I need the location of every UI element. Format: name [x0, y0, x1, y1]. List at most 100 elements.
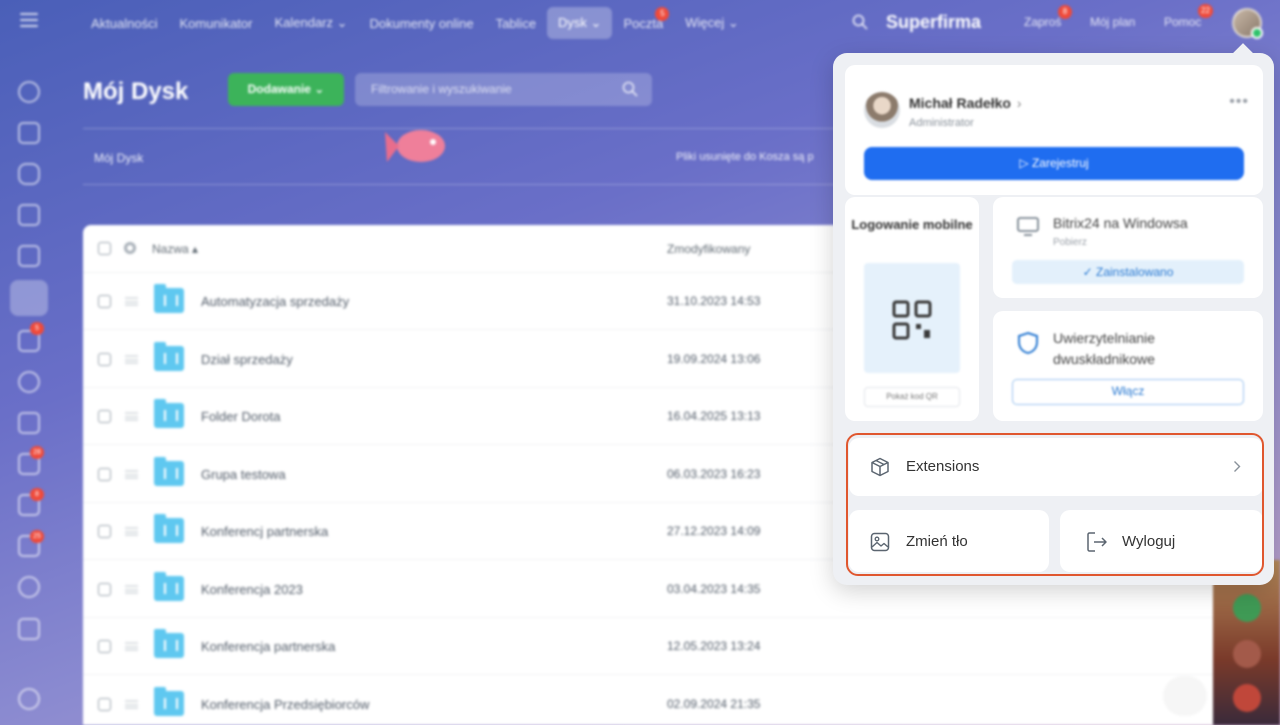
feed-icon[interactable]: [18, 122, 40, 144]
register-button[interactable]: ▷ Zarejestruj: [864, 147, 1244, 180]
menu-icon[interactable]: [20, 13, 38, 29]
modified-date: 02.09.2024 21:35: [667, 697, 761, 711]
avatar[interactable]: [1233, 684, 1261, 712]
enable-two-factor-button[interactable]: Włącz: [1012, 379, 1244, 405]
drag-handle-icon[interactable]: [125, 412, 138, 421]
windows-app-content: Bitrix24 na Windowsa Pobierz ✓ Zainstalo…: [993, 197, 1263, 298]
breadcrumb[interactable]: Mój Dysk: [94, 151, 143, 165]
more-icon[interactable]: •••: [1229, 93, 1249, 111]
folder-icon: [154, 457, 184, 486]
divider: [83, 128, 843, 129]
qr-code-area[interactable]: [864, 263, 960, 373]
row-checkbox[interactable]: [98, 698, 111, 711]
two-factor-content: Uwierzytelnianie dwuskładnikowe Włącz: [993, 311, 1263, 421]
row-checkbox[interactable]: [98, 640, 111, 653]
mail-badge: 5: [655, 6, 670, 21]
folder-icon: [154, 687, 184, 716]
file-name[interactable]: Grupa testowa: [201, 467, 286, 482]
top-bar: Aktualności Komunikator Kalendarz ⌄ Doku…: [0, 0, 1280, 48]
row-checkbox[interactable]: [98, 353, 111, 366]
gear-icon[interactable]: [124, 242, 136, 254]
nav-label: Więcej ⌄: [685, 15, 739, 30]
nav-item-messenger[interactable]: Komunikator: [168, 8, 263, 39]
highlight-frame: [846, 433, 1264, 576]
download-link[interactable]: Pobierz: [1053, 237, 1087, 248]
help-label: Pomoc: [1164, 15, 1202, 29]
mobile-login-title: Logowanie mobilne: [851, 217, 973, 232]
user-avatar-top[interactable]: [1232, 8, 1263, 39]
modified-date: 03.04.2023 14:35: [667, 582, 761, 596]
table-row[interactable]: Konferencja partnerska 12.05.2023 13:24: [83, 618, 1213, 675]
activity-icon[interactable]: [18, 81, 40, 103]
chat-widget-button[interactable]: [1163, 676, 1207, 716]
file-name[interactable]: Konferencja partnerska: [201, 639, 335, 654]
folder-icon: [154, 629, 184, 658]
row-checkbox[interactable]: [98, 295, 111, 308]
windows-app-title: Bitrix24 na Windowsa: [1053, 215, 1188, 231]
drag-handle-icon[interactable]: [125, 585, 138, 594]
filter-search-input[interactable]: Filtrowanie i wyszukiwanie: [355, 73, 652, 106]
nav-item-more[interactable]: Więcej ⌄: [674, 7, 750, 39]
drag-handle-icon[interactable]: [125, 470, 138, 479]
avatar[interactable]: [1233, 640, 1261, 668]
show-qr-button[interactable]: Pokaż kod QR: [864, 387, 960, 407]
select-all-checkbox[interactable]: [98, 242, 111, 255]
table-row[interactable]: Konferencja Przedsiębiorców 02.09.2024 21…: [83, 676, 1213, 725]
settings-icon[interactable]: [18, 688, 40, 710]
chat-icon[interactable]: [18, 163, 40, 185]
drag-handle-icon[interactable]: [125, 642, 138, 651]
drive-icon[interactable]: [10, 280, 48, 316]
nav-item-documents[interactable]: Dokumenty online: [359, 8, 485, 39]
calendar-icon[interactable]: [18, 204, 40, 226]
screen-icon[interactable]: [18, 412, 40, 434]
search-icon[interactable]: [852, 14, 868, 30]
row-checkbox[interactable]: [98, 525, 111, 538]
people-icon[interactable]: [18, 371, 40, 393]
installed-status: ✓ Zainstalowano: [1012, 260, 1244, 284]
file-name[interactable]: Automatyzacja sprzedaży: [201, 294, 349, 309]
company-name[interactable]: Superfirma: [886, 12, 981, 33]
invite-button[interactable]: Zaproś 8: [1018, 5, 1072, 37]
avatar[interactable]: [1233, 594, 1261, 622]
user-name-link[interactable]: Michał Radełko ›: [909, 95, 1022, 111]
drag-handle-icon[interactable]: [125, 700, 138, 709]
file-name[interactable]: Konferencja 2023: [201, 582, 303, 597]
left-sidebar: 5 28 8 25: [0, 48, 60, 725]
invite-label: Zaproś: [1024, 15, 1062, 29]
row-checkbox[interactable]: [98, 583, 111, 596]
monitor-icon: [1017, 217, 1039, 236]
nav-item-mail[interactable]: Poczta 5: [612, 6, 674, 39]
folder-icon: [154, 514, 184, 543]
file-name[interactable]: Konferencj partnerska: [201, 524, 328, 539]
column-header-name[interactable]: Nazwa ▴: [152, 242, 198, 256]
nav-item-news[interactable]: Aktualności: [80, 8, 168, 39]
drag-handle-icon[interactable]: [125, 355, 138, 364]
help-button[interactable]: Pomoc 22: [1158, 4, 1213, 37]
row-checkbox[interactable]: [98, 468, 111, 481]
sidebar-mail-badge: 5: [30, 322, 44, 335]
my-plan-button[interactable]: Mój plan: [1084, 7, 1141, 37]
goal-icon[interactable]: [18, 576, 40, 598]
document-icon[interactable]: [18, 245, 40, 267]
avatar[interactable]: [864, 92, 900, 128]
two-factor-title: Uwierzytelnianie dwuskładnikowe: [1053, 330, 1155, 367]
cart-icon[interactable]: [18, 618, 40, 640]
search-icon[interactable]: [622, 81, 638, 97]
drag-handle-icon[interactable]: [125, 297, 138, 306]
file-name[interactable]: Folder Dorota: [201, 409, 280, 424]
add-button[interactable]: Dodawanie ⌄: [228, 73, 344, 106]
nav-item-drive[interactable]: Dysk ⌄: [547, 7, 613, 39]
help-badge: 22: [1198, 4, 1213, 18]
row-checkbox[interactable]: [98, 410, 111, 423]
decorative-fish-icon: [385, 130, 445, 162]
drag-handle-icon[interactable]: [125, 527, 138, 536]
nav-item-boards[interactable]: Tablice: [485, 8, 547, 39]
divider: [83, 184, 843, 185]
column-header-modified[interactable]: Zmodyfikowany: [667, 242, 750, 256]
user-card-content: Michał Radełko › Administrator ••• ▷ Zare…: [845, 65, 1263, 195]
nav-item-calendar[interactable]: Kalendarz ⌄: [263, 7, 358, 39]
file-name[interactable]: Dział sprzedaży: [201, 352, 293, 367]
file-name[interactable]: Konferencja Przedsiębiorców: [201, 697, 369, 712]
sidebar-tasks-badge: 28: [30, 446, 44, 459]
shield-icon: [1018, 331, 1038, 355]
